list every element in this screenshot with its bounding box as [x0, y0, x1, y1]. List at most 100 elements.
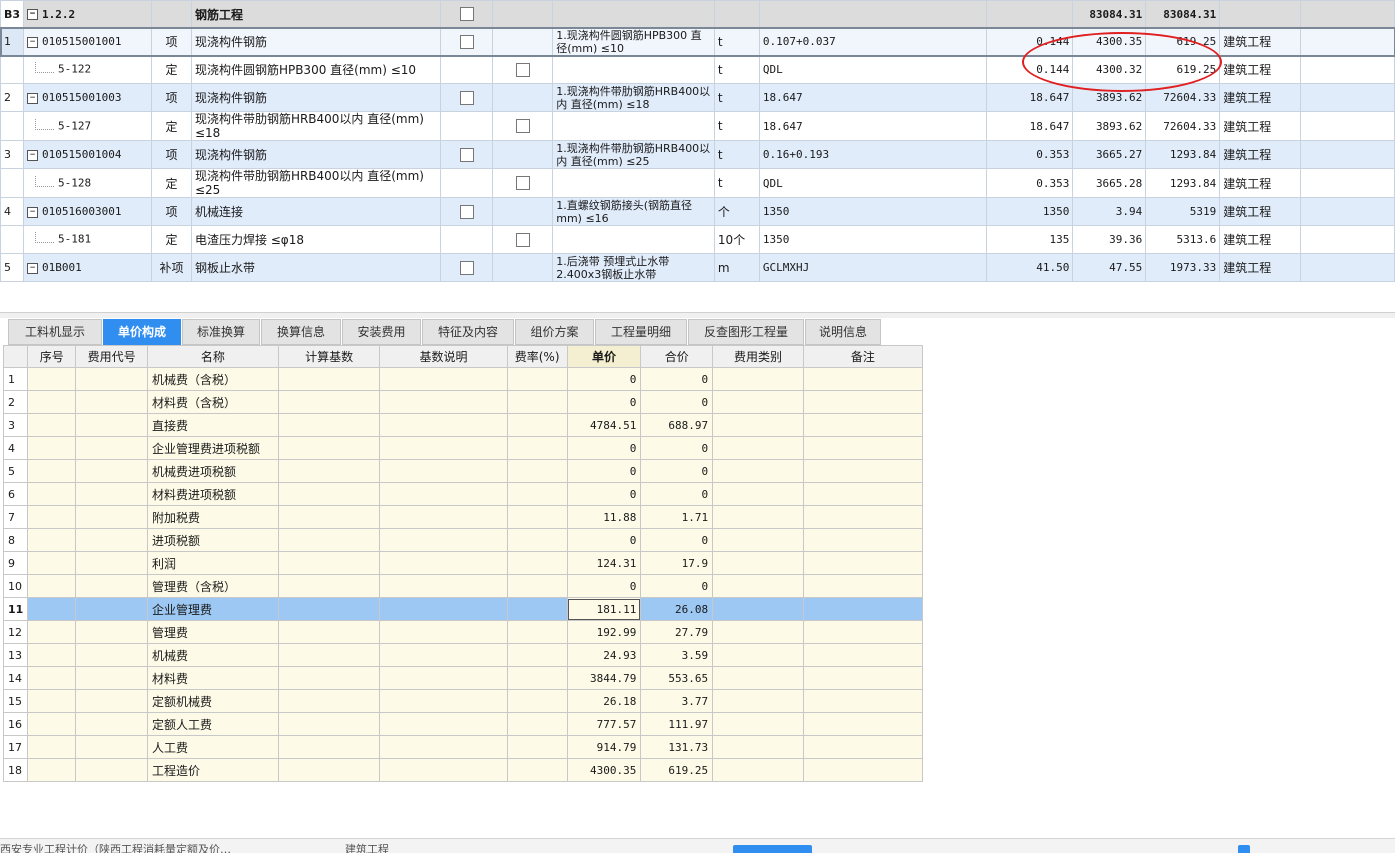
calc-base-cell[interactable] [277, 666, 381, 690]
remark-cell[interactable] [802, 712, 923, 736]
row-checkbox[interactable] [459, 7, 474, 22]
code-cell[interactable]: −01B001 [23, 253, 152, 282]
calc-base-cell[interactable] [277, 643, 381, 667]
fee-code-cell[interactable] [75, 367, 148, 391]
base-desc-cell[interactable] [379, 482, 508, 506]
fee-name-cell[interactable]: 机械费进项税额 [147, 459, 279, 483]
feature-cell[interactable] [552, 168, 715, 198]
remark-cell[interactable] [802, 528, 923, 552]
fee-name-cell[interactable]: 机械费 [147, 643, 279, 667]
quantity-expression-cell[interactable]: GCLMXHJ [758, 253, 988, 282]
calc-base-cell[interactable] [277, 528, 381, 552]
seq-cell[interactable] [27, 712, 77, 736]
fee-type-cell[interactable] [712, 367, 804, 391]
column-header[interactable]: 费用代号 [75, 345, 148, 368]
calc-base-cell[interactable] [277, 597, 381, 621]
calc-base-cell[interactable] [277, 413, 381, 437]
unit-price-cell[interactable]: 0 [566, 436, 642, 460]
fee-name-cell[interactable]: 直接费 [147, 413, 279, 437]
column-header[interactable]: 基数说明 [379, 345, 508, 368]
unit-price-cell[interactable]: 26.18 [566, 689, 642, 713]
tab-9[interactable]: 说明信息 [805, 319, 881, 345]
tab-5[interactable]: 特征及内容 [422, 319, 514, 345]
collapse-toggle-icon[interactable]: − [27, 9, 39, 20]
feature-cell[interactable]: 1.现浇构件带肋钢筋HRB400以内 直径(mm) ≤18 [552, 83, 715, 112]
fee-type-cell[interactable] [712, 436, 804, 460]
feature-cell[interactable]: 1.现浇构件圆钢筋HPB300 直径(mm) ≤10 [552, 27, 715, 56]
fee-name-cell[interactable]: 附加税费 [147, 505, 279, 529]
boq-row[interactable]: 3−010515001004 项现浇构件钢筋 1.现浇构件带肋钢筋HRB400以内 … [0, 140, 1395, 169]
fee-code-cell[interactable] [75, 735, 148, 759]
rate-cell[interactable] [506, 413, 568, 437]
unit-price-cell[interactable]: 0 [566, 482, 642, 506]
feature-cell[interactable] [552, 0, 715, 28]
row-checkbox[interactable] [459, 147, 474, 162]
feature-cell[interactable]: 1.后浇带 预埋式止水带 2.400x3钢板止水带 [552, 253, 715, 282]
fee-code-cell[interactable] [75, 505, 148, 529]
base-desc-cell[interactable] [379, 643, 508, 667]
fee-name-cell[interactable]: 管理费（含税） [147, 574, 279, 598]
cost-row[interactable]: 3 直接费 4784.51 688.97 [3, 413, 923, 437]
rate-cell[interactable] [506, 482, 568, 506]
remark-cell[interactable] [802, 482, 923, 506]
seq-cell[interactable] [27, 620, 77, 644]
fee-type-cell[interactable] [712, 712, 804, 736]
unit-price-cell[interactable]: 777.57 [566, 712, 642, 736]
remark-cell[interactable] [802, 689, 923, 713]
unit-price-cell[interactable]: 24.93 [566, 643, 642, 667]
fee-type-cell[interactable] [712, 620, 804, 644]
seq-cell[interactable] [27, 390, 77, 414]
fee-type-cell[interactable] [712, 643, 804, 667]
name-cell[interactable]: 机械连接 [190, 197, 442, 226]
boq-row[interactable]: B3−1.2.2 钢筋工程 83084.31 83084.31 [0, 0, 1395, 28]
fee-name-cell[interactable]: 利润 [147, 551, 279, 575]
seq-cell[interactable] [27, 436, 77, 460]
row-checkbox[interactable] [459, 260, 474, 275]
row-checkbox[interactable] [459, 204, 474, 219]
rate-cell[interactable] [506, 735, 568, 759]
calc-base-cell[interactable] [277, 551, 381, 575]
fee-code-cell[interactable] [75, 551, 148, 575]
cost-row[interactable]: 13 机械费 24.93 3.59 [3, 643, 923, 667]
fee-name-cell[interactable]: 材料费 [147, 666, 279, 690]
fee-code-cell[interactable] [75, 574, 148, 598]
rate-cell[interactable] [506, 574, 568, 598]
seq-cell[interactable] [27, 597, 77, 621]
collapse-toggle-icon[interactable]: − [27, 92, 39, 104]
unit-price-cell[interactable]: 0 [566, 459, 642, 483]
feature-cell[interactable] [552, 55, 715, 84]
base-desc-cell[interactable] [379, 390, 508, 414]
name-cell[interactable]: 现浇构件钢筋 [190, 27, 442, 56]
base-desc-cell[interactable] [379, 666, 508, 690]
feature-cell[interactable] [552, 111, 715, 141]
fee-code-cell[interactable] [75, 413, 148, 437]
code-cell[interactable]: −010515001003 [23, 83, 152, 112]
column-header[interactable]: 单价 [566, 345, 642, 368]
fee-name-cell[interactable]: 进项税额 [147, 528, 279, 552]
column-header[interactable]: 费率(%) [506, 345, 568, 368]
row-checkbox[interactable] [515, 232, 530, 247]
seq-cell[interactable] [27, 758, 77, 782]
rate-cell[interactable] [506, 643, 568, 667]
remark-cell[interactable] [802, 574, 923, 598]
fee-name-cell[interactable]: 定额人工费 [147, 712, 279, 736]
fee-code-cell[interactable] [75, 712, 148, 736]
panel-splitter[interactable] [0, 312, 1395, 318]
fee-code-cell[interactable] [75, 666, 148, 690]
cost-row[interactable]: 18 工程造价 4300.35 619.25 [3, 758, 923, 782]
feature-cell[interactable]: 1.现浇构件带肋钢筋HRB400以内 直径(mm) ≤25 [552, 140, 715, 169]
fee-name-cell[interactable]: 人工费 [147, 735, 279, 759]
cost-row[interactable]: 4 企业管理费进项税额 0 0 [3, 436, 923, 460]
remark-cell[interactable] [802, 505, 923, 529]
tab-6[interactable]: 组价方案 [515, 319, 594, 345]
unit-price-cell[interactable]: 0 [566, 367, 642, 391]
cost-row[interactable]: 11 企业管理费 181.11 26.08 [3, 597, 923, 621]
quantity-expression-cell[interactable]: 0.107+0.037 [758, 27, 988, 56]
rate-cell[interactable] [506, 597, 568, 621]
base-desc-cell[interactable] [379, 712, 508, 736]
seq-cell[interactable] [27, 482, 77, 506]
fee-name-cell[interactable]: 定额机械费 [147, 689, 279, 713]
tab-0[interactable]: 工料机显示 [8, 319, 102, 345]
row-checkbox[interactable] [459, 90, 474, 105]
fee-type-cell[interactable] [712, 459, 804, 483]
